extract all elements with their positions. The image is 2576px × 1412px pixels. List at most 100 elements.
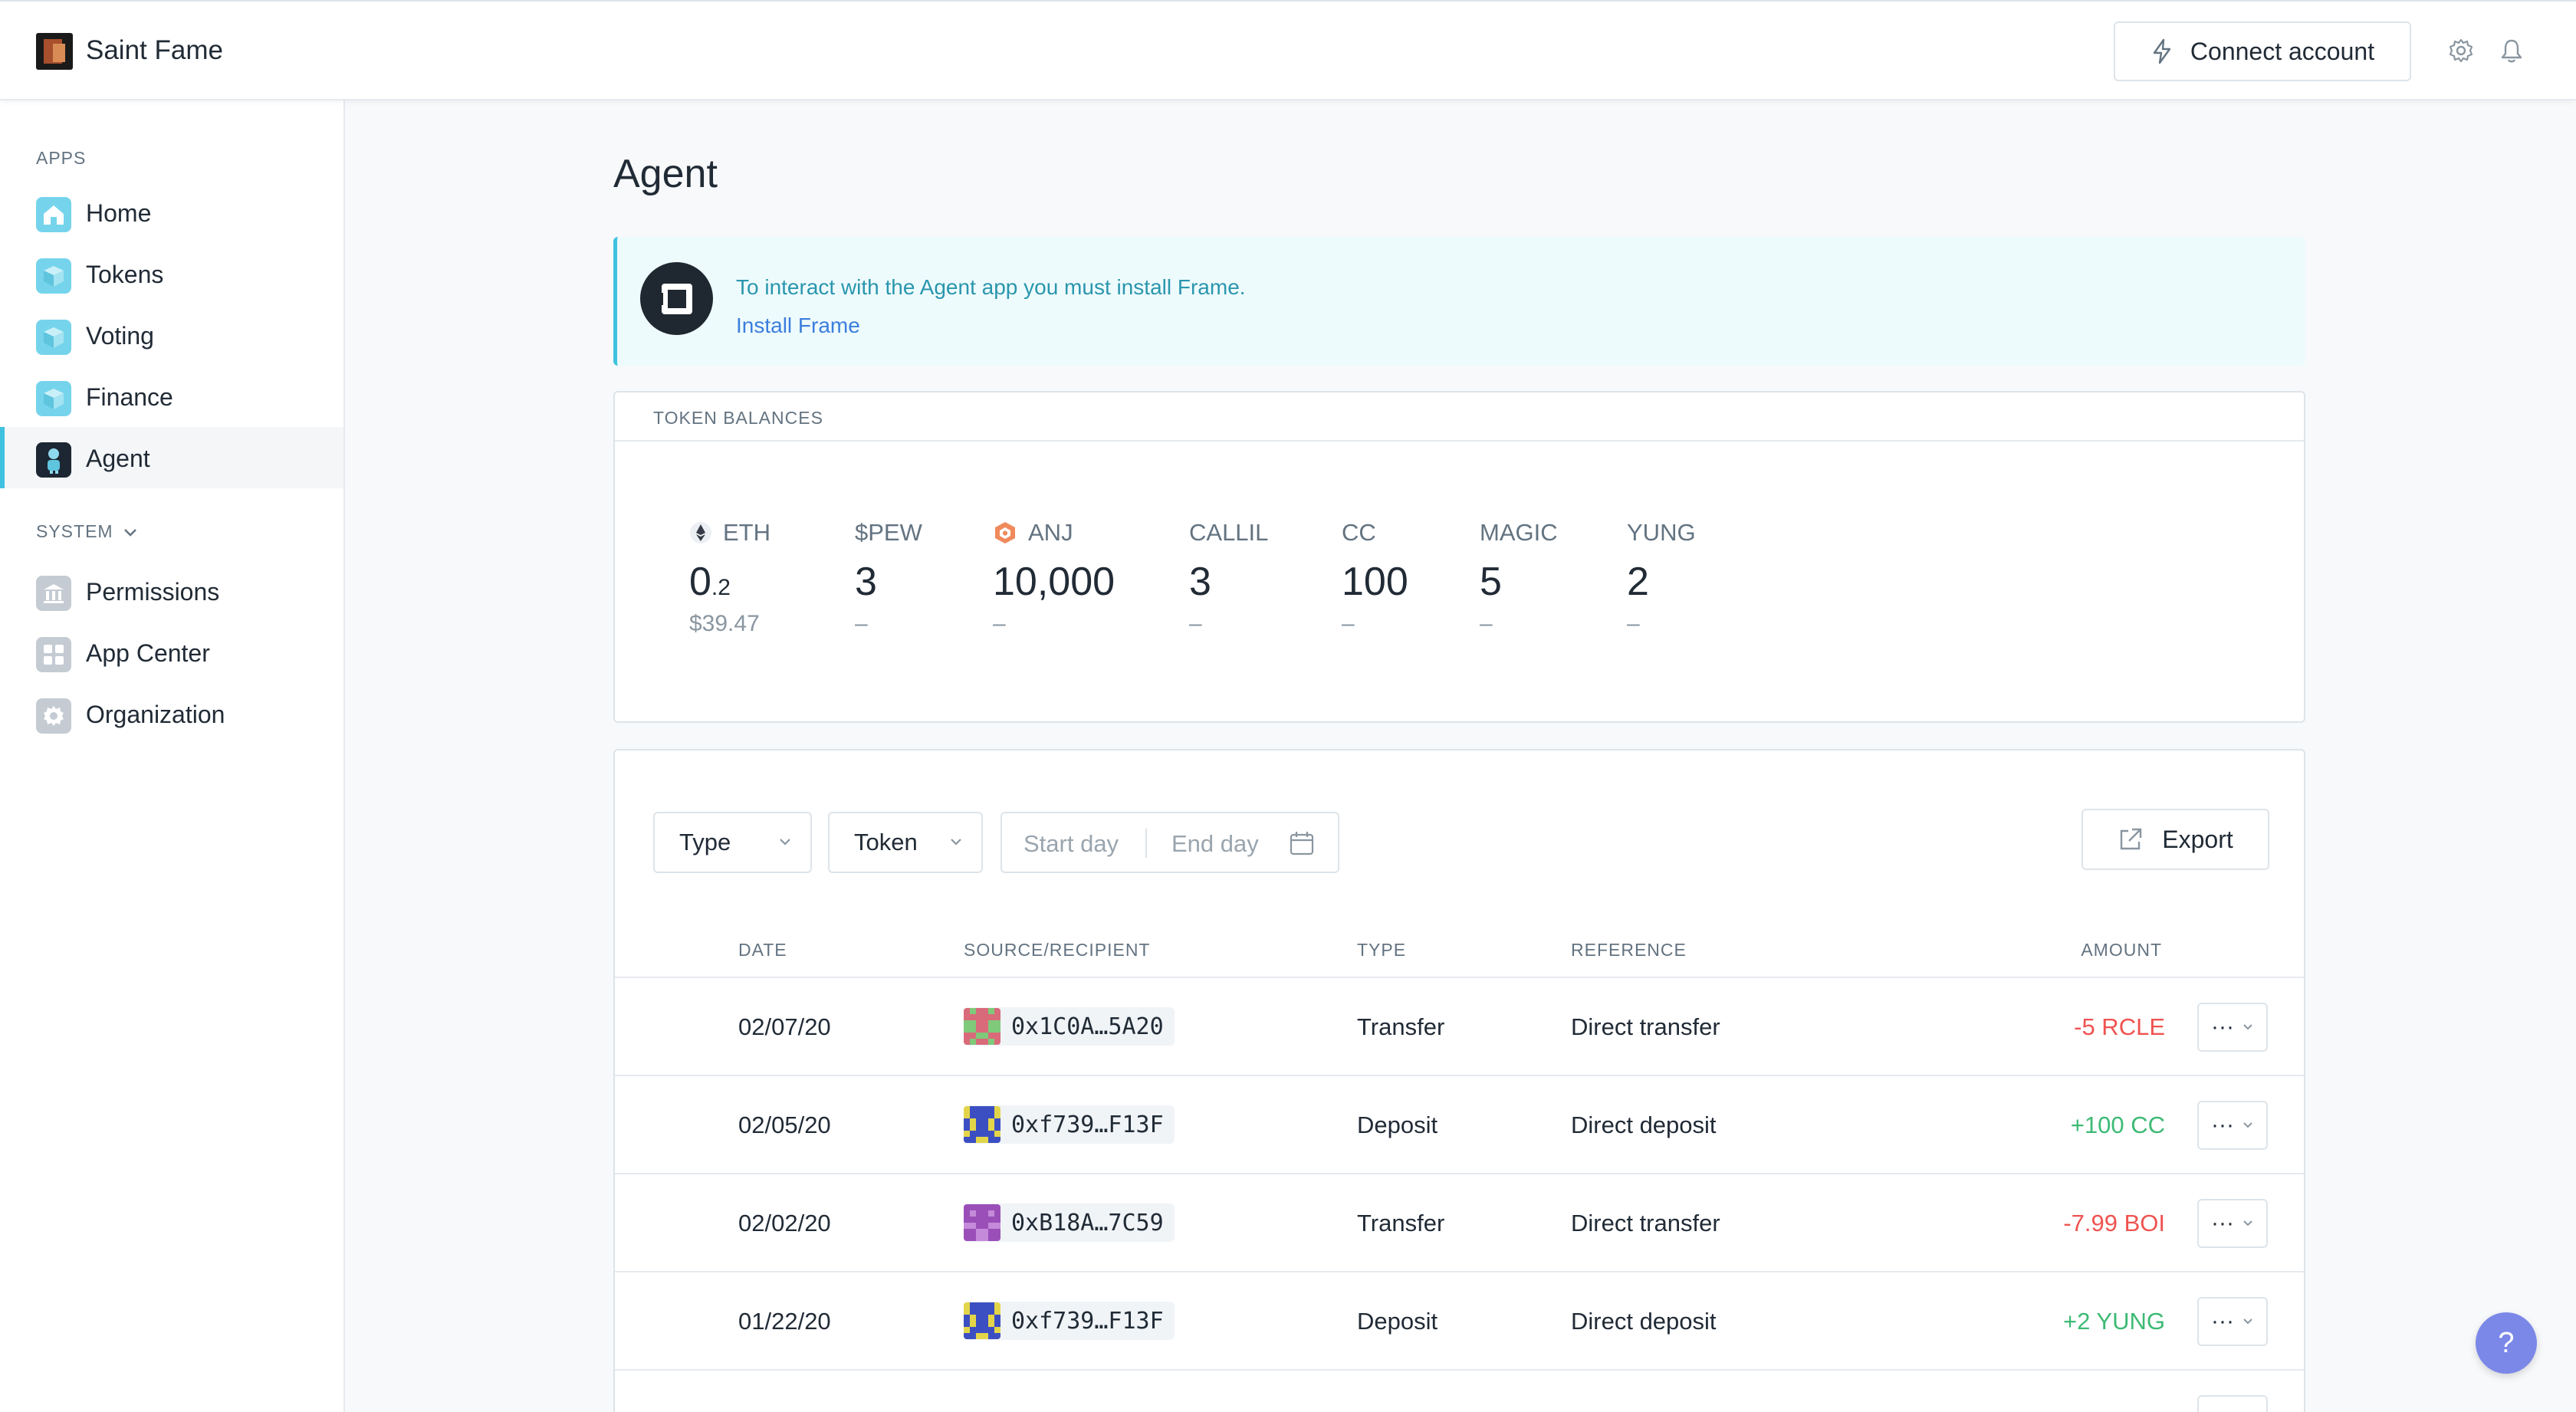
address-badge[interactable]: 0x1C0A…5A20 bbox=[964, 1007, 1175, 1046]
identicon-avatar bbox=[964, 1008, 1001, 1045]
type-filter-dropdown[interactable]: Type bbox=[653, 812, 812, 873]
system-section-label: SYSTEM bbox=[36, 521, 113, 541]
sidebar-item-organization[interactable]: Organization bbox=[0, 683, 343, 744]
token-symbol: ETH bbox=[723, 519, 770, 546]
sidebar-item-label: Organization bbox=[86, 701, 225, 728]
token-usd-value: – bbox=[1480, 611, 1493, 636]
cube-icon bbox=[36, 258, 71, 294]
column-header-type: TYPE bbox=[1357, 940, 1407, 960]
address-text: 0xf739…F13F bbox=[1011, 1111, 1164, 1138]
connect-account-button[interactable]: Connect account bbox=[2114, 21, 2411, 81]
sidebar-item-tokens[interactable]: Tokens bbox=[0, 243, 343, 304]
install-frame-link[interactable]: Install Frame bbox=[736, 314, 860, 338]
row-reference: Direct transfer bbox=[1571, 1210, 1720, 1236]
token-amount: 3 bbox=[855, 560, 877, 604]
sidebar-item-label: Voting bbox=[86, 322, 154, 350]
token-symbol: $PEW bbox=[855, 519, 922, 546]
row-actions-button[interactable]: ··· bbox=[2197, 1003, 2268, 1052]
column-header-date[interactable]: DATE bbox=[738, 940, 787, 960]
token-balance-callil: CALLIL 3 – bbox=[1189, 517, 1268, 637]
row-reference: Direct deposit bbox=[1571, 1112, 1717, 1138]
grid-icon bbox=[36, 637, 71, 672]
sidebar-item-app-center[interactable]: App Center bbox=[0, 622, 343, 683]
row-actions-button[interactable]: ··· bbox=[2197, 1101, 2268, 1150]
row-date: 02/05/20 bbox=[738, 1112, 831, 1138]
token-usd-value: – bbox=[1189, 611, 1202, 636]
bank-icon bbox=[36, 576, 71, 611]
sidebar-item-label: Finance bbox=[86, 383, 173, 411]
start-day-input[interactable]: Start day bbox=[1024, 830, 1119, 858]
gear-icon[interactable] bbox=[2446, 35, 2476, 66]
sidebar-item-home[interactable]: Home bbox=[0, 182, 343, 243]
chevron-down-icon bbox=[2243, 1318, 2252, 1325]
connect-account-label: Connect account bbox=[2190, 37, 2375, 65]
identicon-avatar bbox=[964, 1302, 1001, 1339]
address-text: 0xB18A…7C59 bbox=[1011, 1209, 1164, 1236]
sidebar-item-label: Home bbox=[86, 199, 152, 227]
end-day-input[interactable]: End day bbox=[1171, 830, 1259, 858]
token-balances-title: TOKEN BALANCES bbox=[653, 408, 823, 428]
token-usd-value: – bbox=[1342, 611, 1355, 636]
gear-icon bbox=[36, 698, 71, 734]
address-text: 0x1C0A…5A20 bbox=[1011, 1013, 1164, 1040]
token-amount: 100 bbox=[1342, 560, 1408, 604]
address-badge[interactable]: 0xB18A…7C59 bbox=[964, 1203, 1175, 1242]
address-badge[interactable]: 0xf739…F13F bbox=[964, 1105, 1175, 1144]
sidebar-item-permissions[interactable]: Permissions bbox=[0, 560, 343, 622]
org-logo[interactable] bbox=[36, 33, 73, 70]
cube-icon bbox=[36, 320, 71, 355]
token-usd-value: – bbox=[993, 611, 1006, 636]
token-balance-yung: YUNG 2 – bbox=[1627, 517, 1696, 637]
chevron-down-icon bbox=[2243, 1024, 2252, 1030]
token-balance-cc: CC 100 – bbox=[1342, 517, 1408, 637]
transfers-panel: Type Token Start day End day Export DATE… bbox=[613, 749, 2305, 1412]
row-actions-button[interactable] bbox=[2197, 1395, 2268, 1412]
token-balance-anj: ANJ 10,000 – bbox=[993, 517, 1115, 637]
date-range-picker[interactable]: Start day End day bbox=[1001, 812, 1339, 873]
export-label: Export bbox=[2162, 825, 2233, 853]
row-type: Transfer bbox=[1357, 1013, 1445, 1040]
row-reference: Direct deposit bbox=[1571, 1308, 1717, 1335]
sidebar-item-agent[interactable]: Agent bbox=[0, 427, 343, 488]
token-amount: 3 bbox=[1189, 560, 1211, 604]
sidebar-item-finance[interactable]: Finance bbox=[0, 366, 343, 427]
column-header-amount: AMOUNT bbox=[2081, 940, 2162, 960]
row-date: 02/02/20 bbox=[738, 1210, 831, 1236]
ellipsis-icon: ··· bbox=[2211, 1309, 2234, 1334]
token-amount: 2 bbox=[1627, 560, 1649, 604]
eth-icon bbox=[690, 522, 711, 543]
table-row: 02/02/20 0xB18A…7C59 Transfer Direct tra… bbox=[615, 1173, 2304, 1271]
row-actions-button[interactable]: ··· bbox=[2197, 1297, 2268, 1346]
row-type: Transfer bbox=[1357, 1210, 1445, 1236]
table-row bbox=[615, 1369, 2304, 1412]
top-bar: Saint Fame Connect account bbox=[0, 0, 2576, 100]
table-row: 02/07/20 0x1C0A…5A20 Transfer Direct tra… bbox=[615, 977, 2304, 1075]
token-symbol: CC bbox=[1342, 519, 1376, 546]
system-section-toggle[interactable]: SYSTEM bbox=[36, 521, 138, 542]
token-amount-decimals: .2 bbox=[711, 575, 731, 600]
type-filter-label: Type bbox=[679, 829, 731, 855]
sidebar-item-voting[interactable]: Voting bbox=[0, 304, 343, 366]
token-balance-magic: MAGIC 5 – bbox=[1480, 517, 1558, 637]
address-badge[interactable]: 0xf739…F13F bbox=[964, 1302, 1175, 1340]
token-amount: 5 bbox=[1480, 560, 1502, 604]
token-symbol: MAGIC bbox=[1480, 519, 1558, 546]
notice-text: To interact with the Agent app you must … bbox=[736, 275, 1246, 299]
sidebar-item-label: Tokens bbox=[86, 261, 164, 288]
calendar-icon bbox=[1290, 832, 1314, 855]
page-title: Agent bbox=[613, 152, 718, 196]
row-amount: -7.99 BOI bbox=[2063, 1210, 2165, 1236]
row-type: Deposit bbox=[1357, 1308, 1438, 1335]
home-icon bbox=[36, 197, 71, 232]
org-name[interactable]: Saint Fame bbox=[86, 35, 223, 66]
export-button[interactable]: Export bbox=[2082, 809, 2269, 870]
sidebar-item-label: Permissions bbox=[86, 578, 220, 606]
row-date: 02/07/20 bbox=[738, 1013, 831, 1040]
token-symbol: ANJ bbox=[1028, 519, 1073, 546]
token-usd-value: – bbox=[855, 611, 868, 636]
help-button[interactable]: ? bbox=[2476, 1312, 2537, 1374]
row-actions-button[interactable]: ··· bbox=[2197, 1199, 2268, 1248]
row-amount: +100 CC bbox=[2070, 1112, 2165, 1138]
bell-icon[interactable] bbox=[2496, 35, 2527, 66]
token-filter-dropdown[interactable]: Token bbox=[828, 812, 983, 873]
